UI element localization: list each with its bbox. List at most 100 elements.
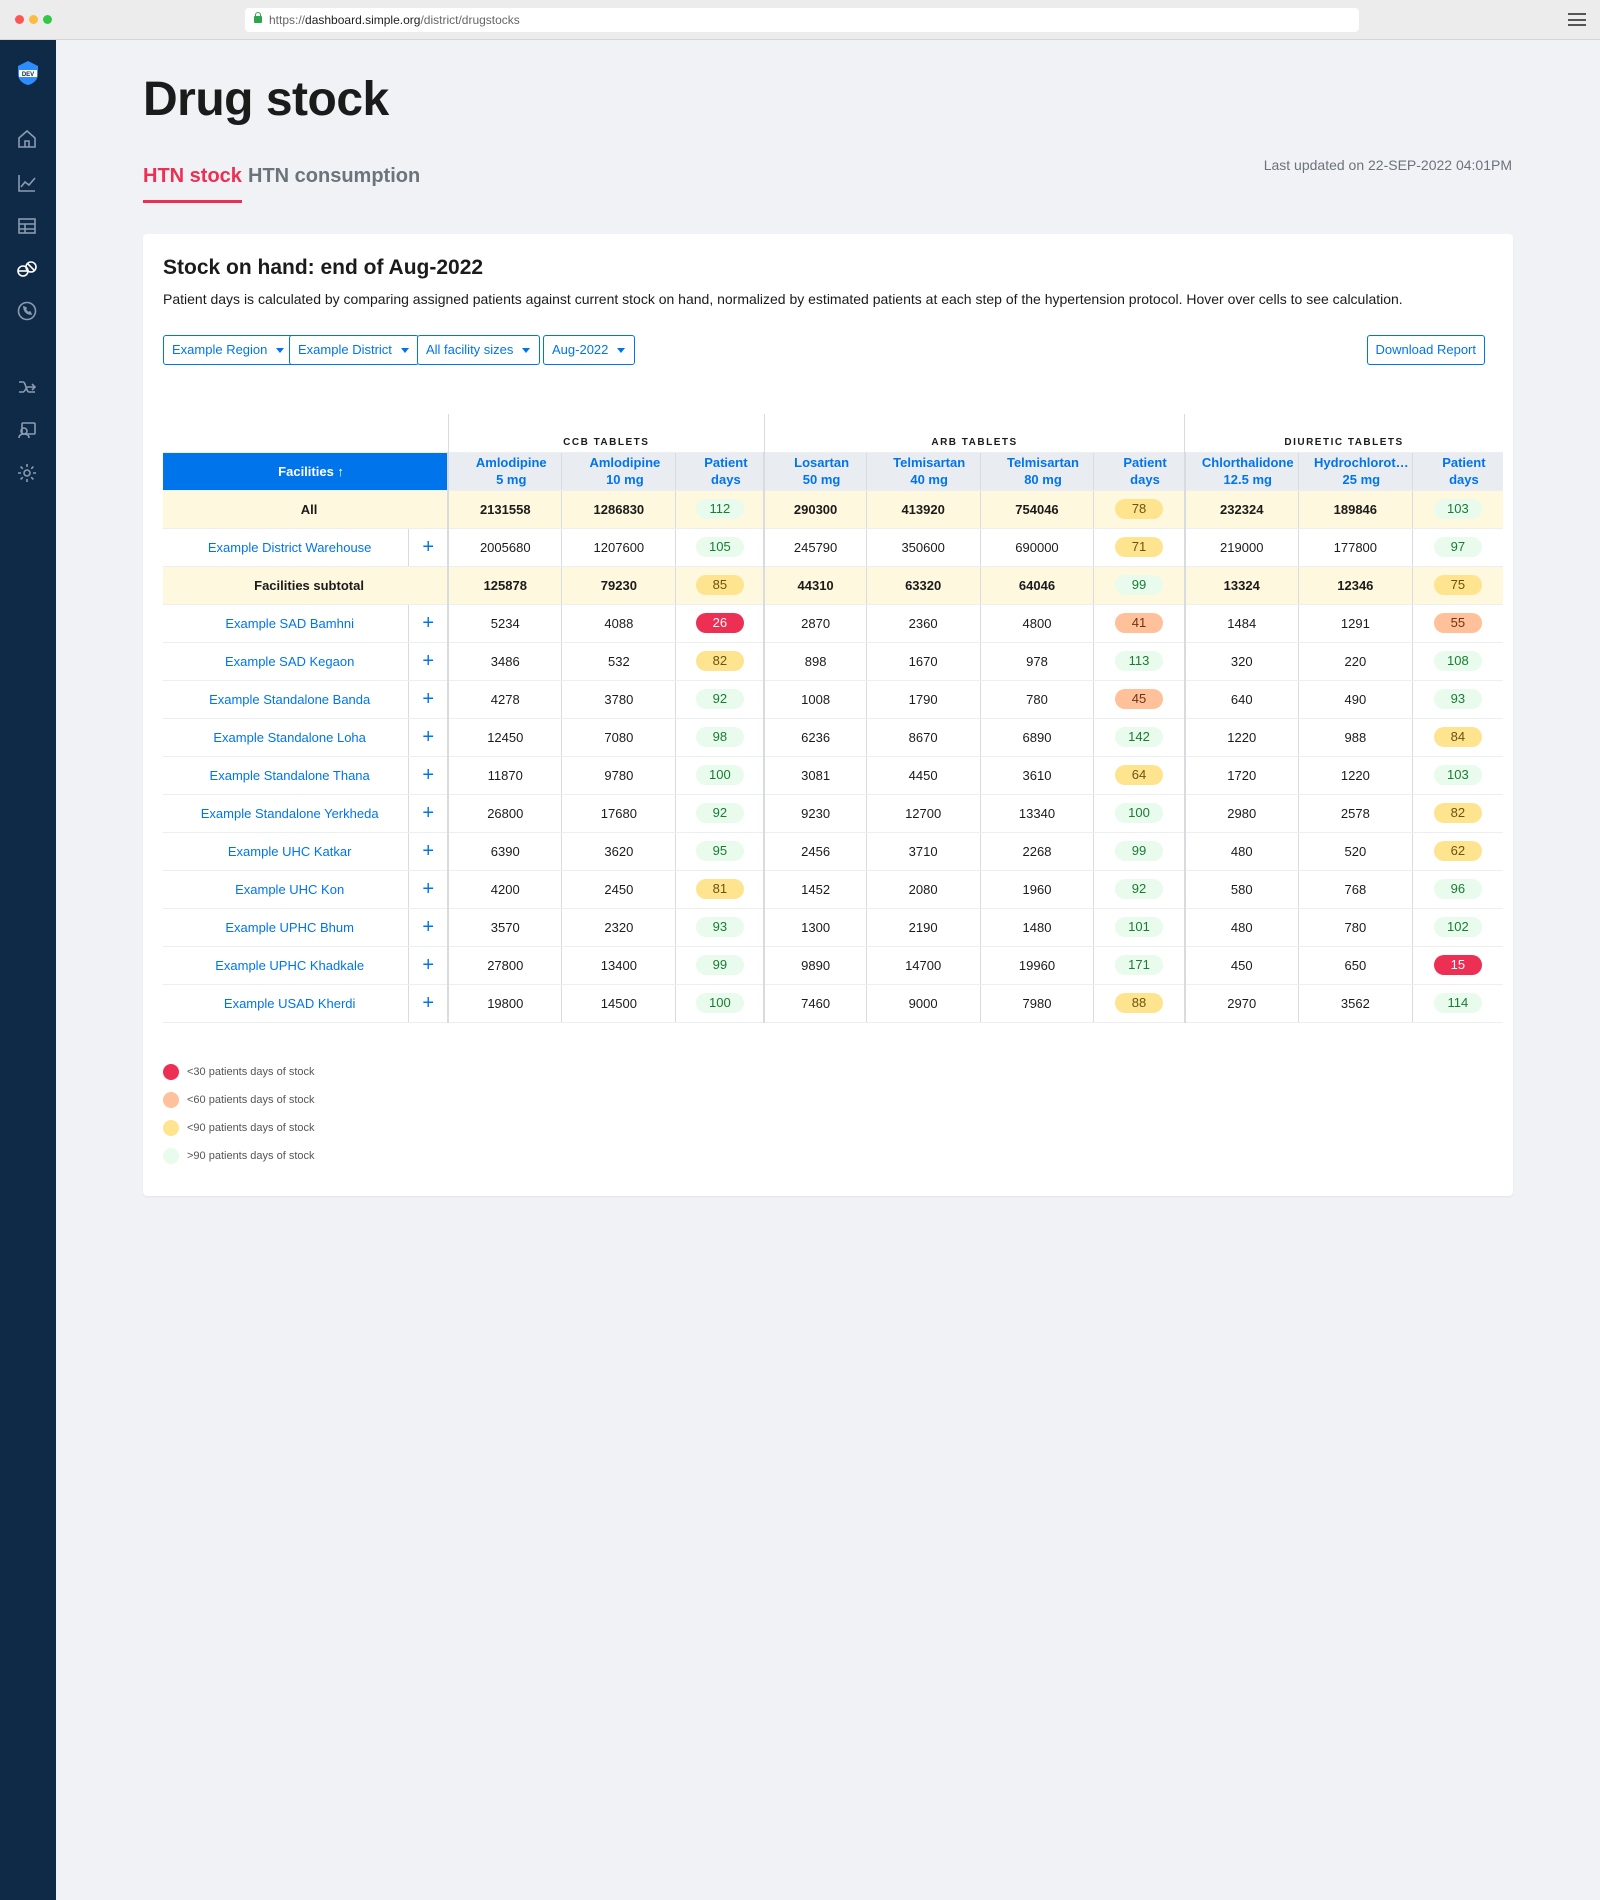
- patient-days-badge[interactable]: 64: [1114, 765, 1163, 785]
- facility-name[interactable]: Example Standalone Thana: [163, 756, 409, 795]
- patient-days-badge[interactable]: 93: [695, 917, 744, 937]
- expand-plus-icon[interactable]: +: [408, 642, 449, 681]
- patient-days-badge[interactable]: 100: [695, 765, 744, 785]
- patient-days-badge[interactable]: 26: [695, 613, 744, 633]
- home-icon[interactable]: [16, 128, 38, 150]
- month-filter-dropdown[interactable]: Aug-2022: [543, 335, 636, 365]
- patient-days-badge[interactable]: 99: [1114, 575, 1163, 595]
- stock-cell: 1670: [865, 642, 981, 681]
- column-header[interactable]: Chlorthalidone 12.5 mg: [1183, 452, 1299, 491]
- patient-days-badge[interactable]: 101: [1114, 917, 1163, 937]
- patient-days-badge[interactable]: 88: [1114, 993, 1163, 1013]
- column-header[interactable]: Amlodipine 10 mg: [561, 452, 676, 491]
- patient-days-badge[interactable]: 85: [695, 575, 744, 595]
- expand-plus-icon[interactable]: +: [408, 908, 449, 947]
- tab-htn-stock[interactable]: HTN stock: [143, 165, 242, 203]
- merge-icon[interactable]: [16, 376, 38, 398]
- patient-days-badge[interactable]: 100: [695, 993, 744, 1013]
- facility-name[interactable]: Example UHC Kon: [163, 870, 409, 909]
- patient-days-badge[interactable]: 15: [1433, 955, 1482, 975]
- column-header[interactable]: Patient days: [675, 452, 765, 491]
- patient-days-badge[interactable]: 41: [1114, 613, 1163, 633]
- phone-icon[interactable]: [16, 300, 38, 322]
- column-header[interactable]: Telmisartan 40 mg: [865, 452, 981, 491]
- district-filter-dropdown[interactable]: Example District: [289, 335, 419, 365]
- tab-htn-consumption[interactable]: HTN consumption: [248, 165, 420, 188]
- expand-plus-icon[interactable]: +: [408, 528, 449, 567]
- column-header[interactable]: Telmisartan 80 mg: [979, 452, 1094, 491]
- patient-days-badge[interactable]: 97: [1433, 537, 1482, 557]
- patient-days-badge[interactable]: 81: [695, 879, 744, 899]
- column-header[interactable]: Losartan 50 mg: [763, 452, 867, 491]
- facility-name[interactable]: Example USAD Kherdi: [163, 984, 409, 1023]
- user-card-icon[interactable]: [16, 419, 38, 441]
- patient-days-badge[interactable]: 84: [1433, 727, 1482, 747]
- facility-size-filter-dropdown[interactable]: All facility sizes: [417, 335, 541, 365]
- patient-days-badge[interactable]: 113: [1114, 651, 1163, 671]
- patient-days-badge[interactable]: 108: [1433, 651, 1482, 671]
- patient-days-badge[interactable]: 92: [1114, 879, 1163, 899]
- patient-days-badge[interactable]: 105: [695, 537, 744, 557]
- facility-name[interactable]: Example Standalone Yerkheda: [163, 794, 409, 833]
- patient-days-badge[interactable]: 103: [1433, 765, 1482, 785]
- patient-days-badge[interactable]: 82: [1433, 803, 1482, 823]
- facility-name[interactable]: Example UPHC Khadkale: [163, 946, 409, 985]
- gear-icon[interactable]: [16, 462, 38, 484]
- expand-plus-icon[interactable]: +: [408, 794, 449, 833]
- expand-plus-icon[interactable]: +: [408, 756, 449, 795]
- expand-plus-icon[interactable]: +: [408, 984, 449, 1023]
- facility-name[interactable]: Example UPHC Bhum: [163, 908, 409, 947]
- expand-plus-icon[interactable]: +: [408, 604, 449, 643]
- patient-days-badge[interactable]: 171: [1114, 955, 1163, 975]
- app-logo[interactable]: DEV: [16, 60, 40, 86]
- pill-icon[interactable]: [16, 258, 38, 280]
- expand-plus-icon[interactable]: +: [408, 832, 449, 871]
- patient-days-badge[interactable]: 98: [695, 727, 744, 747]
- patient-days-badge[interactable]: 102: [1433, 917, 1482, 937]
- patient-days-badge[interactable]: 142: [1114, 727, 1163, 747]
- patient-days-badge[interactable]: 75: [1433, 575, 1482, 595]
- patient-days-badge[interactable]: 71: [1114, 537, 1163, 557]
- patient-days-badge[interactable]: 112: [695, 499, 744, 519]
- patient-days-badge[interactable]: 93: [1433, 689, 1482, 709]
- patient-days-badge[interactable]: 114: [1433, 993, 1482, 1013]
- facility-name[interactable]: Example Standalone Banda: [163, 680, 409, 719]
- patient-days-badge[interactable]: 45: [1114, 689, 1163, 709]
- chart-icon[interactable]: [16, 172, 38, 194]
- facility-name[interactable]: Example SAD Bamhni: [163, 604, 409, 643]
- facility-name[interactable]: Example UHC Katkar: [163, 832, 409, 871]
- patient-days-badge[interactable]: 55: [1433, 613, 1482, 633]
- patient-days-badge[interactable]: 99: [695, 955, 744, 975]
- maximize-window-button[interactable]: [43, 15, 52, 24]
- column-header[interactable]: Patient days: [1093, 452, 1185, 491]
- expand-plus-icon[interactable]: +: [408, 680, 449, 719]
- download-report-button[interactable]: Download Report: [1366, 335, 1485, 365]
- column-header[interactable]: Patient days: [1411, 452, 1503, 491]
- facility-name[interactable]: Example SAD Kegaon: [163, 642, 409, 681]
- patient-days-badge[interactable]: 96: [1433, 879, 1482, 899]
- patient-days-badge[interactable]: 78: [1114, 499, 1163, 519]
- patient-days-badge[interactable]: 99: [1114, 841, 1163, 861]
- district-filter-label: Example District: [298, 342, 392, 357]
- facilities-column-header[interactable]: Facilities ↑: [163, 452, 449, 491]
- expand-plus-icon[interactable]: +: [408, 870, 449, 909]
- patient-days-badge[interactable]: 100: [1114, 803, 1163, 823]
- region-filter-dropdown[interactable]: Example Region: [163, 335, 295, 365]
- patient-days-badge[interactable]: 92: [695, 803, 744, 823]
- patient-days-badge[interactable]: 95: [695, 841, 744, 861]
- expand-plus-icon[interactable]: +: [408, 718, 449, 757]
- column-header[interactable]: Hydrochlorot… 25 mg: [1297, 452, 1413, 491]
- patient-days-badge[interactable]: 103: [1433, 499, 1482, 519]
- facility-name[interactable]: Example District Warehouse: [163, 528, 409, 567]
- facility-name[interactable]: Example Standalone Loha: [163, 718, 409, 757]
- table-icon[interactable]: [16, 215, 38, 237]
- minimize-window-button[interactable]: [29, 15, 38, 24]
- address-bar[interactable]: https://dashboard.simple.org/district/dr…: [245, 8, 1359, 32]
- column-header[interactable]: Amlodipine 5 mg: [447, 452, 562, 491]
- hamburger-menu-icon[interactable]: [1568, 13, 1586, 26]
- patient-days-badge[interactable]: 92: [695, 689, 744, 709]
- expand-plus-icon[interactable]: +: [408, 946, 449, 985]
- close-window-button[interactable]: [15, 15, 24, 24]
- patient-days-badge[interactable]: 62: [1433, 841, 1482, 861]
- patient-days-badge[interactable]: 82: [695, 651, 744, 671]
